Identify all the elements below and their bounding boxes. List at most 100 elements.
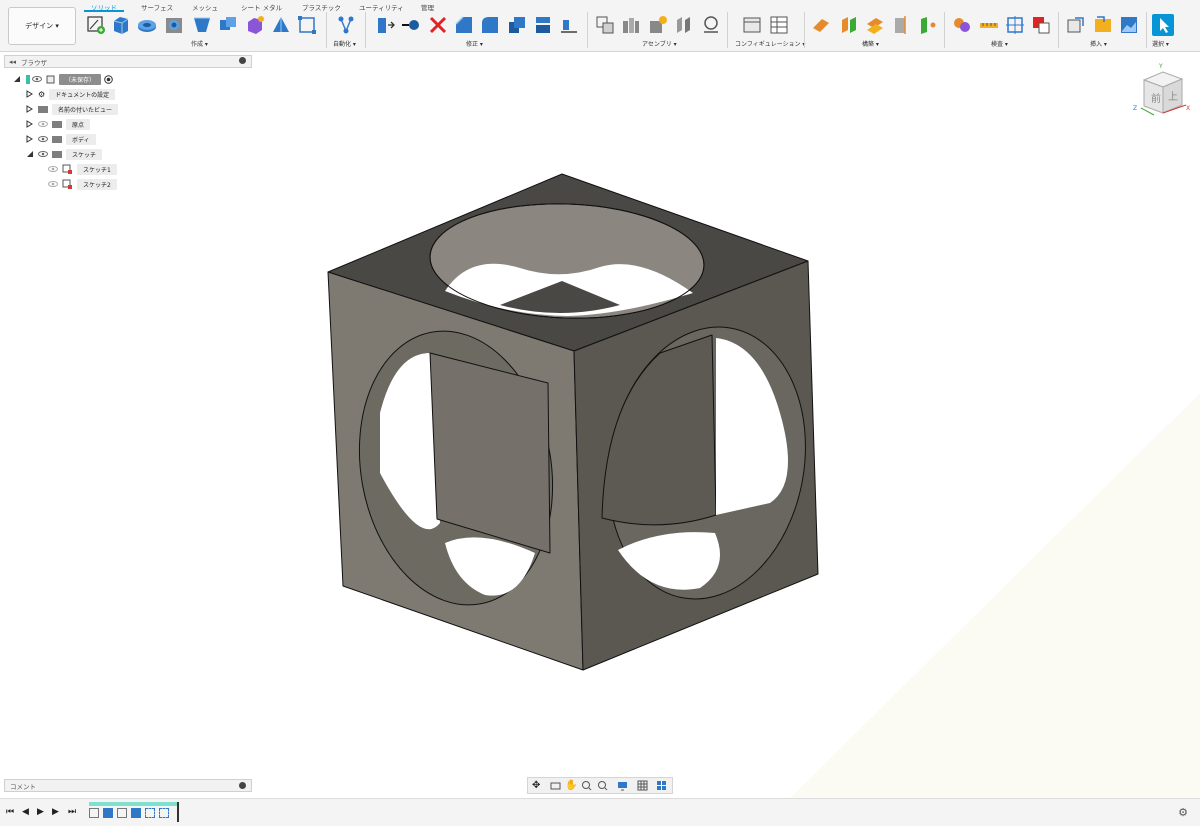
joint-origin-icon[interactable]: [673, 14, 695, 36]
section-analysis-icon[interactable]: [1004, 14, 1026, 36]
zoom-icon[interactable]: [581, 780, 592, 791]
timeline-sketch-icon[interactable]: [117, 808, 127, 818]
extrude-icon[interactable]: [110, 14, 132, 36]
navigation-bar: ✥ ✋: [527, 777, 673, 794]
pyramid-icon[interactable]: [270, 14, 292, 36]
viewcube-front-label: 前: [1151, 92, 1161, 105]
hole-icon[interactable]: [163, 14, 185, 36]
interference-icon[interactable]: [951, 14, 973, 36]
create-form-icon[interactable]: [244, 14, 266, 36]
combine-icon[interactable]: [217, 14, 239, 36]
group-label-select[interactable]: 選択 ▾: [1152, 39, 1169, 48]
insert-canvas-icon[interactable]: [1118, 14, 1140, 36]
shell-icon[interactable]: [479, 14, 501, 36]
toolbar-separator: [804, 12, 805, 48]
tab-manage[interactable]: 管理: [421, 2, 434, 12]
toolbar: デザイン ▾ ソリッド サーフェス メッシュ シート メタル プラスチック ユー…: [0, 0, 1200, 52]
tab-surface[interactable]: サーフェス: [141, 2, 173, 12]
toolbar-separator: [365, 12, 366, 48]
viewport-canvas[interactable]: 前 上 Y X Z: [0, 53, 1200, 798]
toolbar-separator: [587, 12, 588, 48]
revolve-icon[interactable]: [136, 14, 158, 36]
group-label-construct[interactable]: 構築 ▾: [862, 39, 879, 48]
joint-icon[interactable]: [620, 14, 642, 36]
comments-title: コメント: [10, 782, 36, 791]
viewports-icon[interactable]: [656, 780, 667, 791]
fit-zoom-icon[interactable]: [597, 780, 608, 791]
display-component-colors-icon[interactable]: [1030, 14, 1052, 36]
configuration-table-icon[interactable]: [768, 14, 790, 36]
plane-at-angle-icon[interactable]: [838, 14, 860, 36]
timeline-extrude-icon[interactable]: [131, 808, 141, 818]
configure-icon[interactable]: [741, 14, 763, 36]
scale-icon[interactable]: [506, 14, 528, 36]
insert-mcmaster-icon[interactable]: [1092, 14, 1114, 36]
timeline-settings-gear-icon[interactable]: ⚙: [1178, 806, 1188, 819]
new-component-icon[interactable]: [594, 14, 616, 36]
go-to-start-icon[interactable]: ⏮: [6, 807, 14, 817]
delete-icon[interactable]: [427, 14, 449, 36]
group-label-modify[interactable]: 修正 ▾: [466, 39, 483, 48]
pan-hand-icon[interactable]: ✋: [565, 780, 577, 791]
tab-sheet-metal[interactable]: シート メタル: [241, 2, 282, 12]
orbit-icon[interactable]: ✥: [532, 780, 543, 791]
play-icon[interactable]: ▶: [37, 807, 44, 817]
split-body-icon[interactable]: [532, 14, 554, 36]
workspace-label: デザイン ▾: [25, 22, 59, 30]
timeline-bar: ⏮ ◀ ▶ ▶ ⏭ ⚙: [0, 798, 1200, 826]
axis-through-cylinder-icon[interactable]: [890, 14, 912, 36]
group-label-insert[interactable]: 挿入 ▾: [1090, 39, 1107, 48]
step-back-icon[interactable]: ◀: [22, 807, 29, 817]
grid-settings-icon[interactable]: [637, 780, 648, 791]
midplane-icon[interactable]: [864, 14, 886, 36]
toolbar-separator: [1058, 12, 1059, 48]
group-label-create[interactable]: 作成 ▾: [191, 39, 208, 48]
toolbar-separator: [1146, 12, 1147, 48]
group-label-automate[interactable]: 自動化 ▾: [333, 39, 356, 48]
group-label-configure[interactable]: コンフィギュレーション ▾: [735, 39, 805, 48]
go-to-end-icon[interactable]: ⏭: [68, 807, 76, 817]
look-at-icon[interactable]: [550, 780, 561, 791]
axis-z-label: Z: [1133, 105, 1137, 112]
toolbar-separator: [326, 12, 327, 48]
create-sketch-icon[interactable]: [85, 14, 107, 36]
step-forward-icon[interactable]: ▶: [52, 807, 59, 817]
timeline-pattern-icon[interactable]: [145, 808, 155, 818]
box-select-icon[interactable]: [296, 14, 318, 36]
cube-body[interactable]: [327, 173, 826, 671]
fillet-icon[interactable]: [400, 14, 422, 36]
tab-utilities[interactable]: ユーティリティ: [359, 2, 404, 12]
add-comment-icon[interactable]: [239, 782, 246, 789]
group-label-inspect[interactable]: 検査 ▾: [991, 39, 1008, 48]
timeline-extrude-icon[interactable]: [103, 808, 113, 818]
timeline-marker[interactable]: [177, 802, 179, 822]
axis-x-label: X: [1186, 105, 1190, 112]
chamfer-icon[interactable]: [453, 14, 475, 36]
group-label-assemble[interactable]: アセンブリ ▾: [642, 39, 677, 48]
axis-y-label: Y: [1158, 63, 1163, 70]
automate-icon[interactable]: [335, 14, 357, 36]
active-tab-indicator: [84, 10, 124, 12]
viewcube-top-label: 上: [1168, 91, 1178, 103]
display-settings-icon[interactable]: [617, 780, 628, 791]
point-icon[interactable]: [917, 14, 939, 36]
loft-icon[interactable]: [191, 14, 213, 36]
tab-mesh[interactable]: メッシュ: [192, 2, 218, 12]
comments-panel[interactable]: コメント: [4, 779, 252, 792]
press-pull-icon[interactable]: [374, 14, 396, 36]
timeline-sketch-icon[interactable]: [89, 808, 99, 818]
timeline-progress: [89, 802, 179, 806]
as-built-joint-icon[interactable]: [647, 14, 669, 36]
select-icon[interactable]: [1152, 14, 1174, 36]
viewcube[interactable]: 前 上 Y X Z: [1133, 63, 1190, 116]
timeline-pattern-icon[interactable]: [159, 808, 169, 818]
tab-plastic[interactable]: プラスチック: [302, 2, 341, 12]
motion-link-icon[interactable]: [700, 14, 722, 36]
offset-plane-icon[interactable]: [810, 14, 832, 36]
ground-plane: [790, 393, 1200, 798]
toolbar-separator: [944, 12, 945, 48]
insert-derive-icon[interactable]: [1065, 14, 1087, 36]
align-icon[interactable]: [558, 14, 580, 36]
workspace-switcher-button[interactable]: デザイン ▾: [8, 7, 76, 45]
measure-icon[interactable]: [978, 14, 1000, 36]
